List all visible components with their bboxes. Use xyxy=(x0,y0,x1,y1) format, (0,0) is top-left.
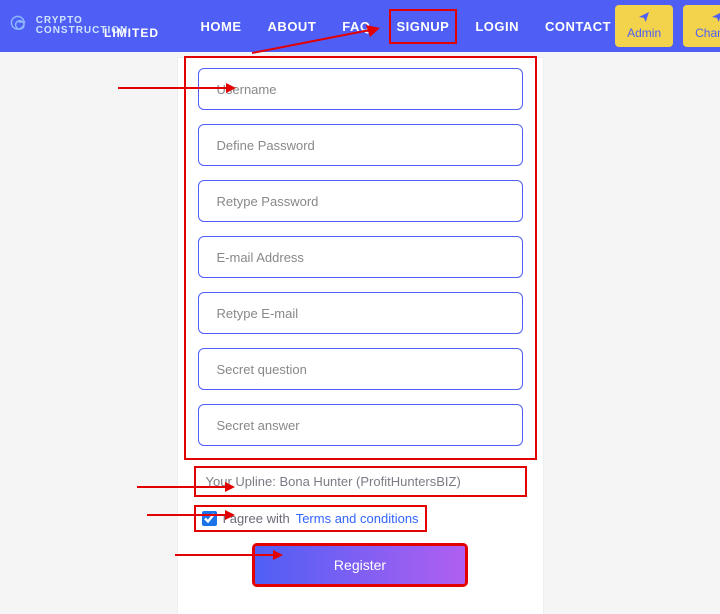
agree-label: I agree with xyxy=(223,511,290,526)
paper-plane-icon xyxy=(712,11,720,25)
password-input[interactable] xyxy=(198,124,523,166)
logo-text-bottom: LIMITED xyxy=(66,26,159,40)
retype-password-input[interactable] xyxy=(198,180,523,222)
agree-checkbox[interactable] xyxy=(202,511,217,526)
admin-button-label: Admin xyxy=(627,26,661,40)
signup-card: Your Upline: Bona Hunter (ProfitHuntersB… xyxy=(178,58,543,614)
nav-faq[interactable]: FAQ xyxy=(338,13,374,40)
retype-email-input[interactable] xyxy=(198,292,523,334)
channel-button-label: Channel xyxy=(695,26,720,40)
username-input[interactable] xyxy=(198,68,523,110)
secret-answer-input[interactable] xyxy=(198,404,523,446)
admin-button[interactable]: Admin xyxy=(615,5,673,47)
terms-agree-row: I agree with Terms and conditions xyxy=(196,507,425,530)
nav-contact[interactable]: CONTACT xyxy=(541,13,615,40)
paper-plane-icon xyxy=(639,11,649,25)
logo-icon xyxy=(10,15,30,37)
nav-login[interactable]: LOGIN xyxy=(471,13,523,40)
nav-about[interactable]: ABOUT xyxy=(264,13,321,40)
upline-info: Your Upline: Bona Hunter (ProfitHuntersB… xyxy=(196,468,525,495)
nav-menu: HOME ABOUT FAQ SIGNUP LOGIN CONTACT xyxy=(197,13,616,40)
email-input[interactable] xyxy=(198,236,523,278)
register-button[interactable]: Register xyxy=(255,546,465,584)
nav-home[interactable]: HOME xyxy=(197,13,246,40)
channel-button[interactable]: Channel xyxy=(683,5,720,47)
nav-signup[interactable]: SIGNUP xyxy=(393,13,454,40)
top-nav-header: CRYPTO CONSTRUCTION LIMITED HOME ABOUT F… xyxy=(0,0,720,52)
terms-link[interactable]: Terms and conditions xyxy=(296,511,419,526)
signup-form-group xyxy=(186,58,535,458)
secret-question-input[interactable] xyxy=(198,348,523,390)
